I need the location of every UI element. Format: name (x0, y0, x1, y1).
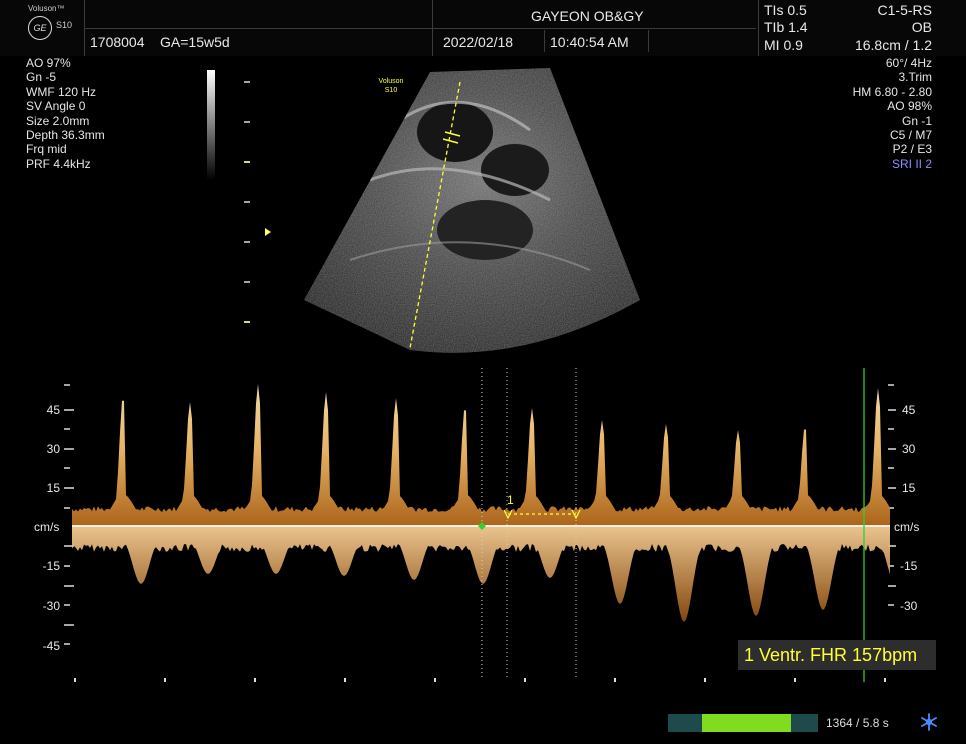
bmode-image (304, 68, 640, 353)
depth-marker-icon (265, 228, 271, 236)
param-prf: PRF 4.4kHz (26, 156, 91, 171)
bmode-params: 60°/ 4Hz 3.Trim HM 6.80 - 2.80 AO 98% Gn… (853, 56, 932, 171)
mi-value: MI 0.9 (764, 37, 803, 53)
snowflake-icon[interactable] (919, 712, 939, 732)
caliper-label: 1 (507, 493, 514, 507)
param-sri: SRI II 2 (891, 156, 932, 171)
cine-progress-fill (702, 714, 792, 732)
scale-left-15: 15 (46, 481, 60, 495)
cine-frame-label: 1364 / 5.8 s (826, 716, 889, 730)
param-ao: AO 97% (26, 56, 71, 70)
param-gain-bmode: Gn -1 (901, 113, 932, 128)
scale-right-minus30: -30 (900, 599, 918, 613)
image-brand-line1: Voluson (378, 78, 404, 85)
exam-date: 2022/02/18 (443, 34, 514, 50)
param-depth: Depth 36.3mm (26, 128, 105, 143)
scale-left-minus15: -15 (42, 559, 60, 573)
scale-right-minus15: -15 (900, 559, 918, 573)
brand-name: Voluson™ (28, 4, 65, 13)
gestational-age: GA=15w5d (160, 34, 230, 50)
exam-time: 10:40:54 AM (550, 34, 629, 50)
scale-left-minus45: -45 (42, 639, 60, 653)
doppler-waveform (72, 384, 890, 622)
param-wmf: WMF 120 Hz (26, 84, 97, 99)
param-hm: HM 6.80 - 2.80 (852, 84, 932, 99)
scale-left-45: 45 (46, 403, 60, 417)
grayscale-bar (207, 70, 215, 180)
waveform-reverse (72, 526, 890, 622)
param-p-e: P2 / E3 (892, 142, 932, 157)
ge-logo-icon: GE (28, 16, 52, 40)
depth-zoom: 16.8cm / 1.2 (854, 37, 932, 53)
scale-left-unit: cm/s (34, 520, 60, 534)
depth-ruler (244, 81, 271, 323)
cine-progress-bar[interactable] (668, 714, 818, 732)
param-c-m: C5 / M7 (889, 128, 932, 143)
waveform-forward (72, 384, 890, 526)
probe-name: C1-5-RS (877, 2, 932, 18)
fhr-measurement: 1 Ventr. FHR 157bpm (738, 640, 936, 670)
param-sv-angle: SV Angle 0 (26, 99, 86, 114)
time-ticks (74, 678, 886, 682)
scale-right-unit: cm/s (894, 520, 920, 534)
param-size: Size 2.0mm (26, 113, 90, 128)
doppler-params: AO 97% Gn -5 WMF 120 Hz SV Angle 0 Size … (26, 56, 105, 171)
scale-right-30: 30 (902, 442, 916, 456)
param-trim: 3.Trim (898, 70, 932, 85)
param-ao-bmode: AO 98% (887, 99, 932, 114)
image-brand-overlay: Voluson S10 (378, 77, 404, 95)
patient-id: 1708004 (90, 34, 145, 50)
param-gain: Gn -5 (26, 70, 57, 85)
right-scale (888, 384, 896, 606)
param-angle-rate: 60°/ 4Hz (885, 56, 932, 70)
brand-model: S10 (56, 20, 73, 30)
scale-right-15: 15 (902, 481, 916, 495)
param-frequency: Frq mid (26, 142, 67, 157)
image-brand-line2: S10 (384, 87, 398, 94)
tis-value: TIs 0.5 (764, 2, 807, 18)
application-name: OB (911, 19, 932, 35)
scale-right-45: 45 (902, 403, 916, 417)
scale-left-minus30: -30 (42, 599, 60, 613)
tib-value: TIb 1.4 (764, 19, 808, 35)
scale-left-30: 30 (46, 442, 60, 456)
clinic-name: GAYEON OB&GY (531, 8, 644, 24)
